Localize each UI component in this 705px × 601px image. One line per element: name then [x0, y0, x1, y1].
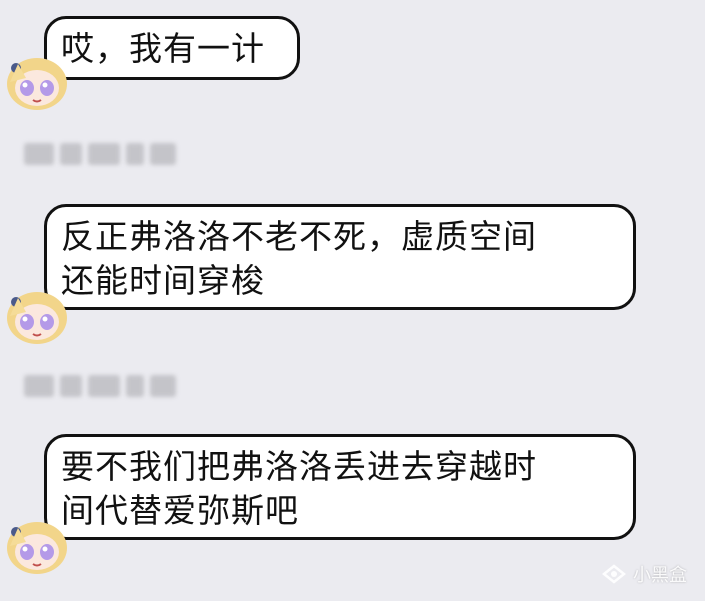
message-text-line: 间代替爱弥斯吧 [61, 491, 299, 530]
message-text: 哎，我有一计 [61, 29, 265, 68]
message-text-line: 还能时间穿梭 [61, 261, 265, 300]
message-bubble-1: 哎，我有一计 [44, 16, 300, 80]
message-text-line: 反正弗洛洛不老不死，虚质空间 [61, 217, 537, 256]
message-bubble-2: 反正弗洛洛不老不死，虚质空间 还能时间穿梭 [44, 204, 636, 310]
sender-name-blurred [24, 141, 176, 167]
avatar[interactable] [4, 52, 70, 112]
sender-name-blurred [24, 373, 176, 399]
avatar[interactable] [4, 516, 70, 576]
heybox-logo-icon [601, 564, 627, 584]
message-bubble-3: 要不我们把弗洛洛丢进去穿越时 间代替爱弥斯吧 [44, 434, 636, 540]
message-text-line: 要不我们把弗洛洛丢进去穿越时 [61, 447, 537, 486]
avatar[interactable] [4, 286, 70, 346]
watermark-text: 小黑盒 [633, 565, 687, 586]
watermark: 小黑盒 [601, 561, 687, 587]
